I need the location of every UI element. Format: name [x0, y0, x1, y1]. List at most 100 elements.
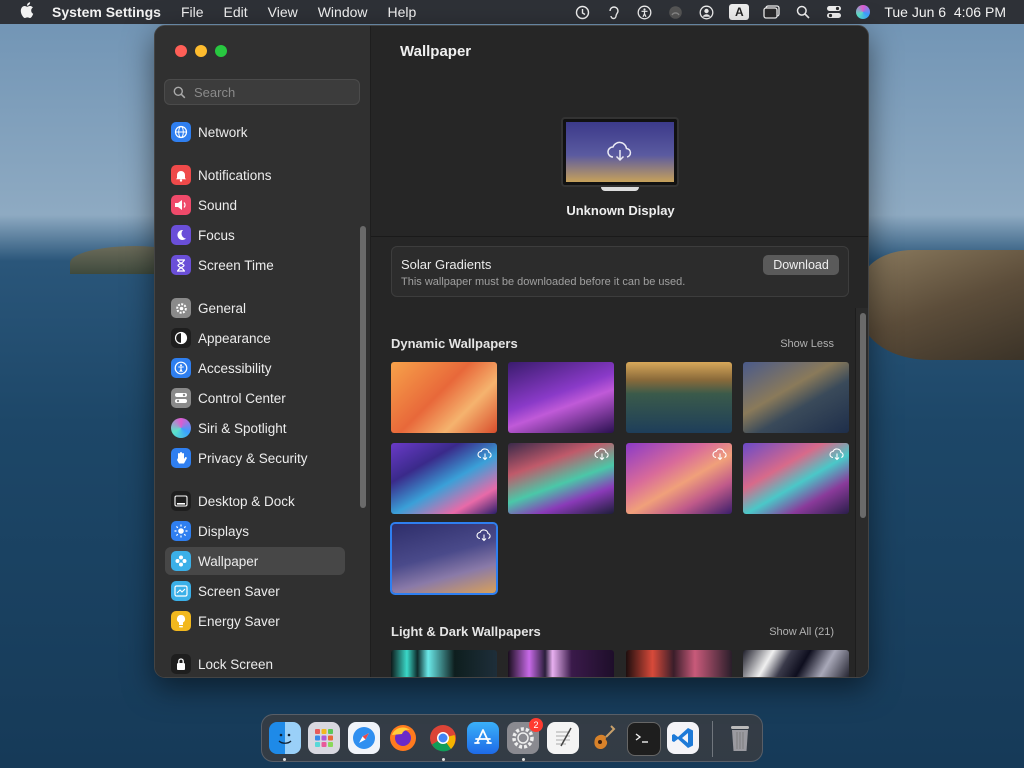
siri-icon[interactable] — [856, 5, 871, 19]
wallpaper-thumbnail[interactable] — [626, 362, 732, 433]
stage-manager-icon[interactable] — [763, 4, 780, 21]
dock-garageband[interactable] — [587, 722, 619, 754]
dock-trash[interactable] — [724, 722, 756, 754]
sidebar-item-label: Control Center — [198, 390, 286, 406]
wallpaper-thumbnail[interactable] — [508, 650, 614, 677]
wallpaper-thumbnail[interactable] — [391, 650, 497, 677]
wallpaper-thumbnail[interactable] — [626, 650, 732, 677]
wallpaper-thumbnail[interactable] — [743, 362, 849, 433]
display-preview — [561, 117, 679, 187]
wallpaper-thumbnail[interactable] — [391, 443, 497, 514]
sidebar-item-label: Accessibility — [198, 360, 272, 376]
battery-icon — [171, 611, 191, 631]
sidebar-item-desktop-dock[interactable]: Desktop & Dock — [165, 487, 345, 515]
sidebar-item-lock-screen[interactable]: Lock Screen — [165, 650, 345, 677]
sidebar-item-energy-saver[interactable]: Energy Saver — [165, 607, 345, 635]
sidebar-item-label: Network — [198, 124, 248, 140]
wallpaper-thumbnail[interactable] — [626, 443, 732, 514]
app-store-icon — [474, 729, 492, 744]
close-window-button[interactable] — [175, 45, 187, 57]
dock-safari[interactable] — [348, 722, 380, 754]
dock-launchpad[interactable] — [308, 722, 340, 754]
wallpaper-thumbnail[interactable] — [508, 443, 614, 514]
sidebar-item-control-center[interactable]: Control Center — [165, 384, 345, 412]
textedit-icon — [556, 727, 572, 747]
hearing-icon[interactable] — [605, 4, 622, 21]
menu-bar: System Settings File Edit View Window He… — [0, 0, 1024, 24]
wallpaper-pane: Wallpaper Unknown Display Solar Gradient… — [371, 26, 868, 677]
accessibility-menu-icon[interactable] — [636, 4, 653, 21]
cloud-download-icon — [607, 141, 632, 162]
wallpaper-thumbnail-selected[interactable] — [390, 522, 498, 595]
sidebar: Network Notifications Sound Focus — [155, 26, 371, 677]
trash-icon — [731, 726, 749, 751]
sidebar-item-appearance[interactable]: Appearance — [165, 324, 345, 352]
dock-chrome[interactable] — [427, 722, 459, 754]
menu-file[interactable]: File — [181, 4, 204, 20]
show-less-button[interactable]: Show Less — [780, 338, 834, 350]
guitar-icon — [594, 725, 616, 750]
dock-app-store[interactable] — [467, 722, 499, 754]
switches-icon — [171, 388, 191, 408]
sidebar-item-label: Wallpaper — [198, 553, 259, 569]
dock-finder[interactable] — [269, 722, 301, 754]
time-machine-icon[interactable] — [574, 4, 591, 21]
sidebar-item-label: Energy Saver — [198, 613, 280, 629]
sidebar-item-label: Displays — [198, 523, 250, 539]
sidebar-scrollbar[interactable] — [360, 226, 366, 508]
sidebar-item-siri-spotlight[interactable]: Siri & Spotlight — [165, 414, 345, 442]
sidebar-item-label: Appearance — [198, 330, 271, 346]
sidebar-item-accessibility[interactable]: Accessibility — [165, 354, 345, 382]
spotlight-search-icon[interactable] — [794, 4, 811, 21]
minimize-window-button[interactable] — [195, 45, 207, 57]
sidebar-item-displays[interactable]: Displays — [165, 517, 345, 545]
menu-view[interactable]: View — [268, 4, 298, 20]
display-name: Unknown Display — [566, 203, 675, 218]
airplay-audio-icon[interactable] — [667, 4, 684, 21]
terminal-icon — [635, 733, 648, 743]
sidebar-item-focus[interactable]: Focus — [165, 221, 345, 249]
user-icon[interactable] — [698, 4, 715, 21]
wallpaper-thumbnail[interactable] — [508, 362, 614, 433]
sidebar-item-label: Screen Time — [198, 257, 274, 273]
zoom-window-button[interactable] — [215, 45, 227, 57]
dock-vscode[interactable] — [667, 722, 699, 754]
sidebar-search[interactable] — [164, 79, 360, 105]
dock-textedit[interactable] — [547, 722, 579, 754]
input-source-icon[interactable]: A — [729, 4, 750, 20]
cloud-download-icon — [476, 529, 491, 542]
wallpaper-name: Solar Gradients — [401, 257, 492, 272]
sidebar-item-privacy-security[interactable]: Privacy & Security — [165, 444, 345, 472]
sidebar-item-screen-saver[interactable]: Screen Saver — [165, 577, 345, 605]
wallpaper-thumbnail[interactable] — [391, 362, 497, 433]
sidebar-item-label: Lock Screen — [198, 656, 274, 672]
dock-firefox[interactable] — [387, 722, 419, 754]
sidebar-item-general[interactable]: General — [165, 294, 345, 322]
wallpaper-thumbnail[interactable] — [743, 650, 849, 677]
sidebar-item-network[interactable]: Network — [165, 118, 345, 146]
finder-icon — [278, 733, 292, 744]
main-scrollbar[interactable] — [860, 313, 866, 518]
control-center-icon[interactable] — [825, 4, 842, 21]
dock-terminal[interactable] — [627, 722, 661, 756]
sidebar-item-screen-time[interactable]: Screen Time — [165, 251, 345, 279]
dock-system-settings[interactable]: 2 — [507, 718, 543, 754]
sidebar-item-label: Screen Saver — [198, 583, 280, 599]
menu-window[interactable]: Window — [318, 4, 368, 20]
menu-clock[interactable]: Tue Jun 6 4:06 PM — [884, 4, 1006, 20]
download-button[interactable]: Download — [763, 255, 839, 275]
search-input[interactable] — [192, 83, 356, 101]
sidebar-item-wallpaper[interactable]: Wallpaper — [165, 547, 345, 575]
menu-app-name[interactable]: System Settings — [52, 4, 161, 20]
sidebar-item-sound[interactable]: Sound — [165, 191, 345, 219]
sidebar-item-label: Siri & Spotlight — [198, 420, 287, 436]
desktop-island-right — [862, 250, 1024, 360]
sun-icon — [171, 521, 191, 541]
sidebar-item-notifications[interactable]: Notifications — [165, 161, 345, 189]
apple-menu-icon[interactable] — [16, 2, 38, 22]
wallpaper-thumbnail[interactable] — [743, 443, 849, 514]
running-indicator — [283, 758, 286, 761]
menu-edit[interactable]: Edit — [224, 4, 248, 20]
menu-help[interactable]: Help — [388, 4, 417, 20]
show-all-button[interactable]: Show All (21) — [769, 626, 834, 638]
